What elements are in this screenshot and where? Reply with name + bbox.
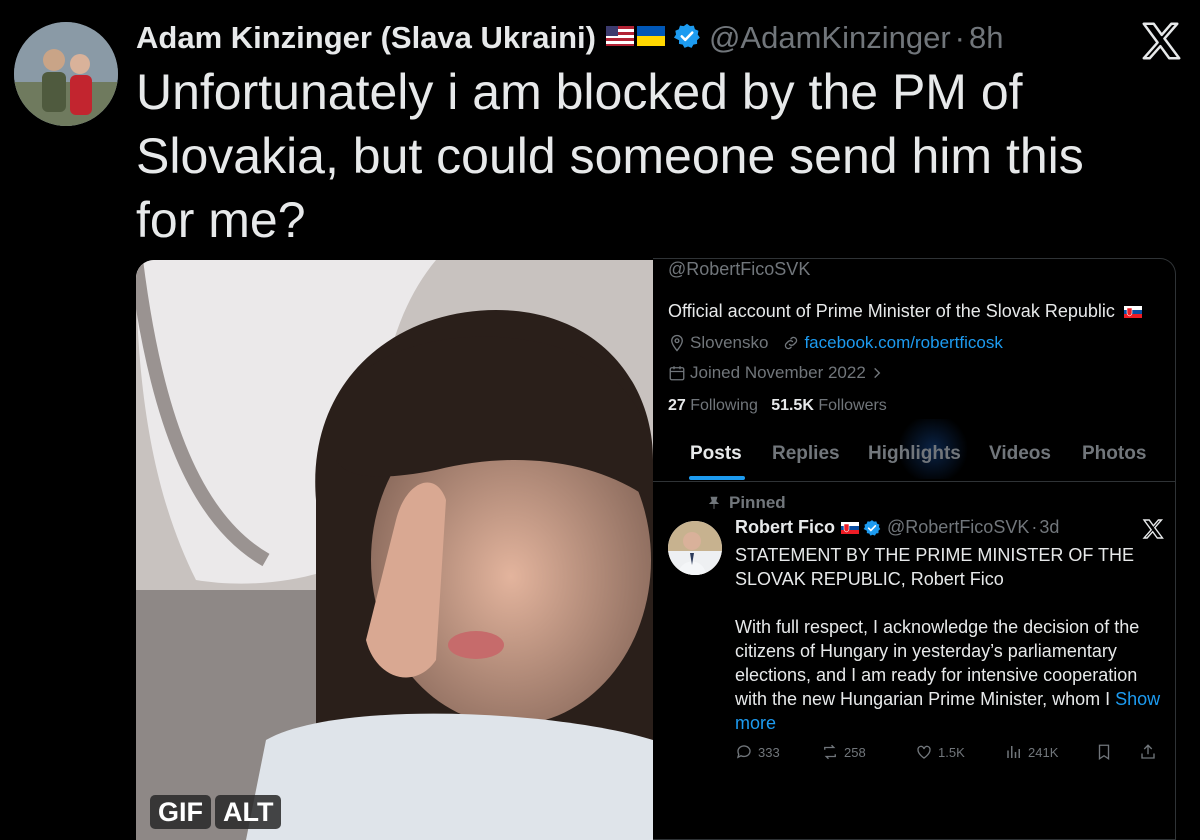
separator-dot: ·	[954, 20, 965, 55]
post-body: STATEMENT BY THE PRIME MINISTER OF THE S…	[735, 543, 1171, 735]
profile-joined-text: Joined November 2022	[690, 363, 866, 382]
ukraine-flag-icon	[636, 25, 665, 51]
tweet-header: Adam Kinzinger (Slava Ukraini) @AdamKinz…	[136, 18, 1003, 58]
followers-count: 51.5K	[771, 397, 814, 414]
pinned-indicator: Pinned	[708, 493, 786, 513]
post-author-avatar[interactable]	[668, 521, 722, 575]
link-icon	[785, 336, 798, 350]
embedded-profile-screenshot: @RobertFicoSVK Official account of Prime…	[653, 258, 1176, 840]
profile-meta: Slovensko facebook.com/robertficosk	[668, 333, 1003, 353]
post-body-text: STATEMENT BY THE PRIME MINISTER OF THE S…	[735, 545, 1140, 709]
profile-handle: @RobertFicoSVK	[668, 259, 811, 279]
us-flag-icon	[605, 25, 634, 51]
repost-button[interactable]: 258	[821, 743, 866, 761]
alt-text-button[interactable]: ALT	[215, 795, 282, 829]
views-button[interactable]: 241K	[1005, 743, 1058, 761]
profile-bio: Official account of Prime Minister of th…	[668, 301, 1142, 322]
post-actions: 333 258 1.5K 241K	[735, 743, 1155, 767]
author-avatar[interactable]	[14, 22, 118, 126]
tab-videos[interactable]: Videos	[989, 443, 1051, 465]
tab-replies[interactable]: Replies	[772, 443, 840, 465]
chevron-right-icon	[873, 367, 881, 379]
followers-link[interactable]: 51.5K Followers	[771, 397, 887, 414]
author-handle[interactable]: @AdamKinzinger	[709, 20, 951, 56]
views-icon	[1007, 746, 1020, 758]
gif-badge: GIF	[150, 795, 211, 829]
location-pin-icon	[671, 334, 683, 352]
verified-badge-icon	[673, 22, 701, 55]
post-author-handle[interactable]: @RobertFicoSVK	[887, 517, 1029, 538]
pin-icon	[708, 496, 720, 509]
following-link[interactable]: 27 Following	[668, 397, 758, 414]
tweet-time[interactable]: 8h	[969, 20, 1003, 56]
tab-highlights[interactable]: Highlights	[868, 443, 961, 465]
profile-joined: Joined November 2022	[668, 363, 884, 383]
like-button[interactable]: 1.5K	[915, 743, 965, 761]
active-tab-indicator	[689, 476, 745, 480]
verified-badge-icon	[863, 519, 881, 536]
bookmark-icon	[1098, 744, 1110, 761]
following-label: Following	[690, 397, 758, 414]
bookmark-button[interactable]	[1095, 743, 1118, 761]
reply-button[interactable]: 333	[735, 743, 780, 761]
profile-link[interactable]: facebook.com/robertficosk	[804, 333, 1002, 353]
share-icon	[1141, 744, 1155, 759]
repost-count: 258	[844, 744, 866, 760]
profile-follow-stats: 27 Following 51.5K Followers	[668, 397, 887, 415]
repost-icon	[824, 744, 836, 760]
profile-tabs: Posts Replies Highlights Videos Photos	[653, 431, 1175, 482]
calendar-icon	[669, 366, 685, 381]
tab-posts[interactable]: Posts	[690, 443, 742, 465]
views-count: 241K	[1028, 744, 1059, 760]
tweet-text: Unfortunately i am blocked by the PM of …	[136, 64, 1084, 248]
x-logo-icon	[1141, 517, 1165, 541]
pinned-label: Pinned	[729, 493, 786, 512]
share-button[interactable]	[1139, 743, 1162, 761]
reply-icon	[736, 745, 751, 759]
profile-bio-text: Official account of Prime Minister of th…	[668, 301, 1115, 321]
followers-label: Followers	[818, 397, 887, 414]
post-time[interactable]: 3d	[1039, 517, 1059, 538]
post-header: Robert Fico @RobertFicoSVK · 3d	[735, 517, 1059, 538]
following-count: 27	[668, 397, 686, 414]
slovakia-flag-icon	[841, 521, 860, 534]
slovakia-flag-icon	[1123, 306, 1142, 319]
profile-location: Slovensko	[690, 333, 769, 352]
tweet-gif-media[interactable]	[136, 260, 653, 840]
post-author-name[interactable]: Robert Fico	[735, 517, 835, 538]
like-icon	[917, 745, 931, 759]
author-name[interactable]: Adam Kinzinger (Slava Ukraini)	[136, 20, 596, 56]
x-logo-icon	[1138, 18, 1184, 64]
post-separator: ·	[1031, 517, 1038, 537]
reply-count: 333	[758, 744, 780, 760]
like-count: 1.5K	[938, 744, 965, 760]
tab-photos[interactable]: Photos	[1082, 443, 1146, 465]
